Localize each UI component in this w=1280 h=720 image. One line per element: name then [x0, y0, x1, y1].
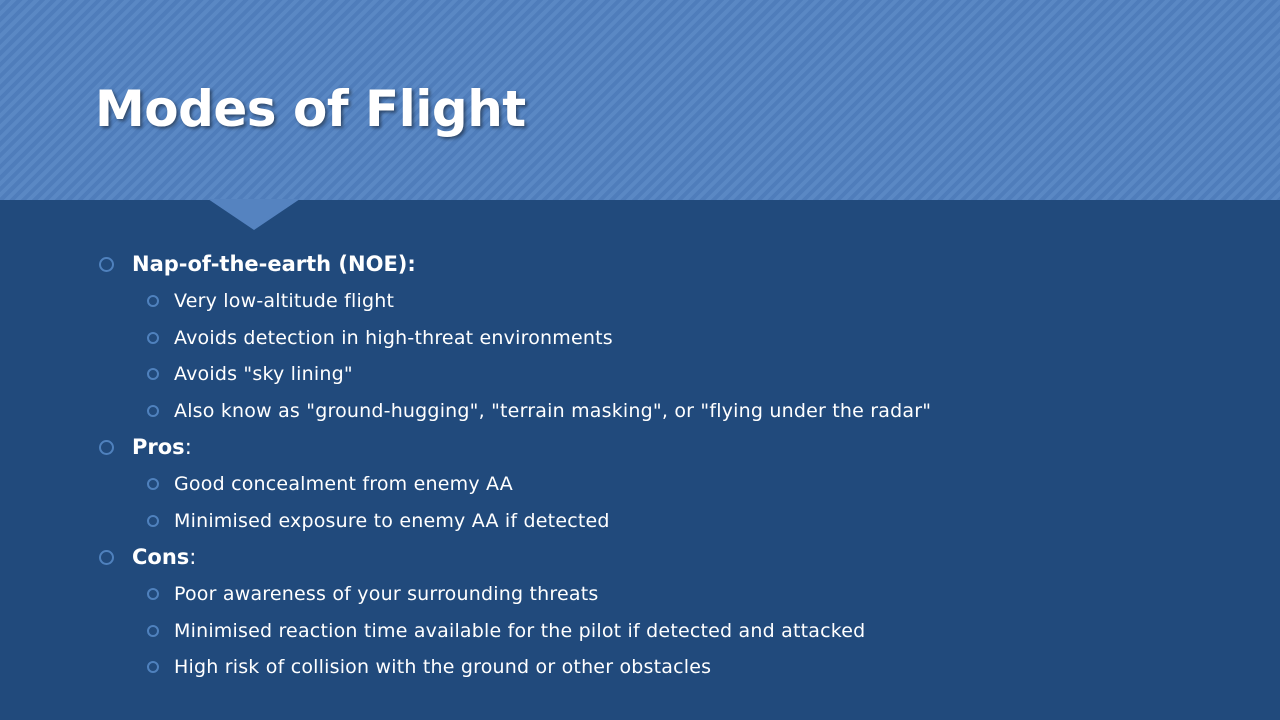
hollow-circle-icon: [99, 550, 114, 565]
hollow-circle-icon: [147, 331, 159, 344]
hollow-circle-icon: [147, 478, 159, 490]
list-item-text: Avoids "sky lining": [174, 363, 353, 385]
hollow-circle-icon: [147, 404, 159, 417]
section-heading-suffix: :: [189, 545, 197, 569]
section-heading-text: Pros: [132, 435, 185, 459]
hollow-circle-icon: [147, 514, 159, 527]
hollow-circle-icon: [99, 440, 114, 455]
list-item-text: High risk of collision with the ground o…: [174, 656, 712, 678]
section-heading-suffix: :: [184, 435, 192, 459]
list-item: Also know as "ground-hugging", "terrain …: [0, 393, 1280, 430]
section-heading: Nap-of-the-earth (NOE):: [0, 246, 1280, 283]
section-heading-text: Cons: [132, 545, 190, 569]
list-item: Poor awareness of your surrounding threa…: [0, 576, 1280, 613]
list-item-text: Also know as "ground-hugging", "terrain …: [174, 399, 932, 422]
section-heading: Cons:: [0, 539, 1280, 576]
list-item: High risk of collision with the ground o…: [0, 649, 1280, 686]
hollow-circle-icon: [147, 368, 159, 380]
list-item: Minimised exposure to enemy AA if detect…: [0, 503, 1280, 540]
section-heading-text: Nap-of-the-earth (NOE):: [132, 252, 416, 276]
list-item-text: Minimised reaction time available for th…: [174, 619, 866, 642]
list-item-text: Poor awareness of your surrounding threa…: [174, 583, 599, 605]
list-item-text: Very low-altitude flight: [174, 290, 395, 312]
hollow-circle-icon: [147, 624, 159, 637]
list-item: Very low-altitude flight: [0, 283, 1280, 320]
section-heading: Pros:: [0, 429, 1280, 466]
list-item: Minimised reaction time available for th…: [0, 613, 1280, 650]
bullet-list: Nap-of-the-earth (NOE): Very low-altitude…: [0, 246, 1280, 686]
hollow-circle-icon: [99, 257, 114, 272]
hollow-circle-icon: [147, 588, 159, 600]
list-item-text: Avoids detection in high-threat environm…: [174, 326, 613, 349]
list-item: Good concealment from enemy AA: [0, 466, 1280, 503]
slide-title: Modes of Flight: [95, 80, 526, 138]
header-notch: [208, 199, 300, 230]
list-item: Avoids "sky lining": [0, 356, 1280, 393]
hollow-circle-icon: [147, 295, 159, 307]
list-item: Avoids detection in high-threat environm…: [0, 320, 1280, 357]
hollow-circle-icon: [147, 661, 159, 673]
list-item-text: Minimised exposure to enemy AA if detect…: [174, 509, 610, 532]
list-item-text: Good concealment from enemy AA: [174, 473, 513, 495]
